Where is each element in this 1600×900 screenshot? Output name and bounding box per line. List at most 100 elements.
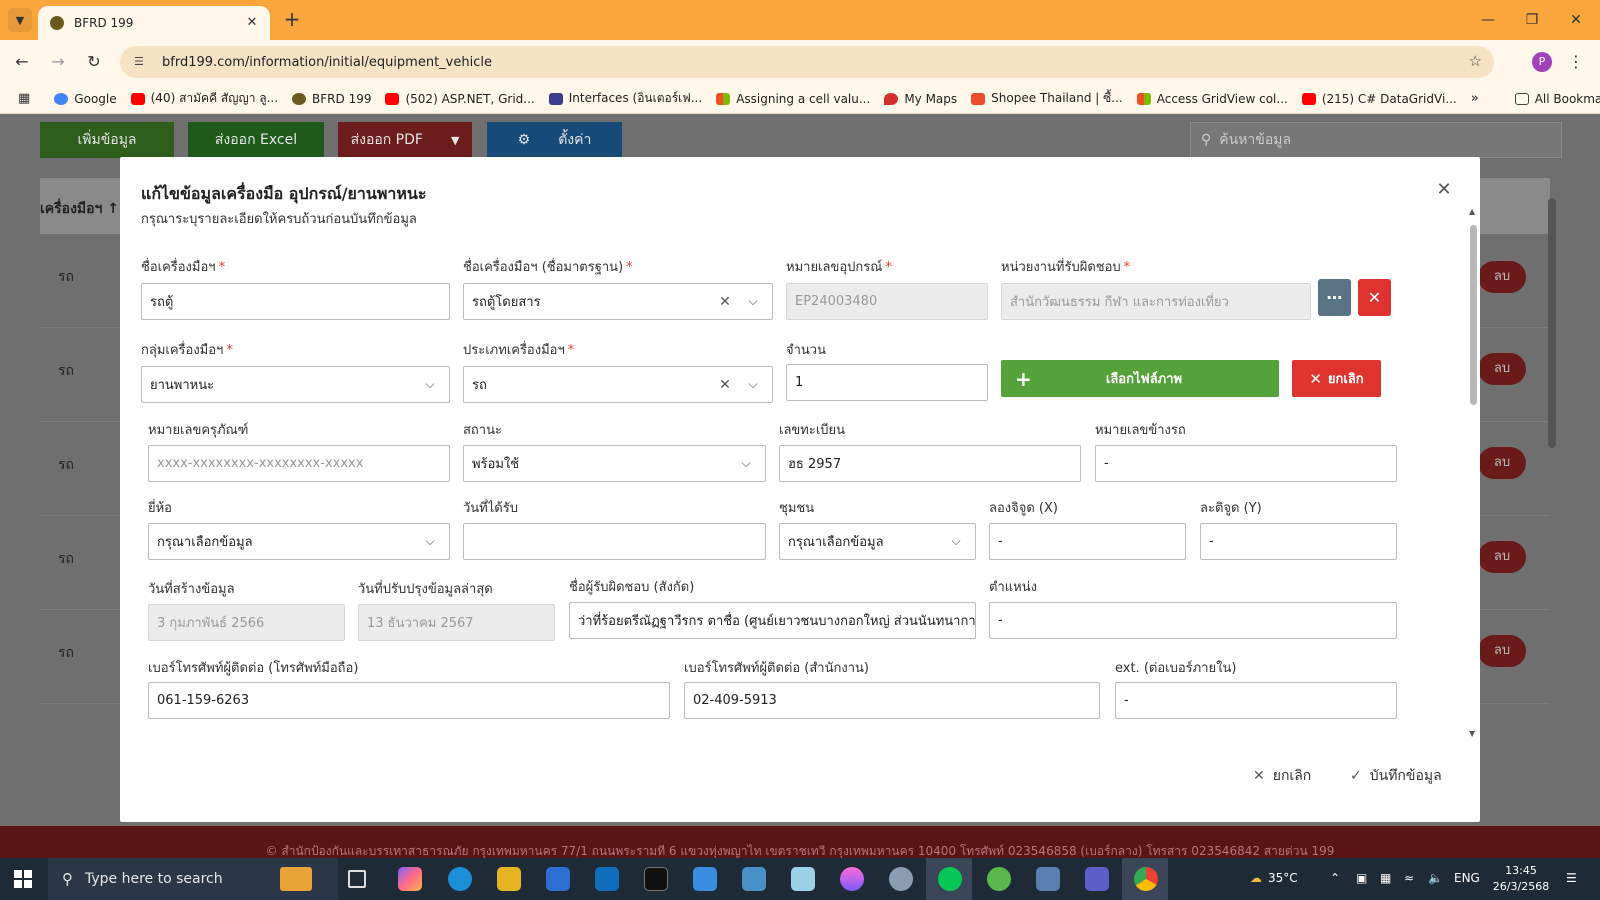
select-image-button[interactable]: + เลือกไฟล์ภาพ [1001,360,1279,397]
community-select[interactable]: กรุณาเลือกข้อมูล ⌵ [779,523,976,560]
restore-icon[interactable]: ❐ [1512,8,1552,32]
clock[interactable]: 13:45 26/3/2568 [1486,863,1556,895]
new-tab-plus-icon[interactable]: + [280,8,304,32]
file-explorer-icon[interactable] [497,867,521,891]
tool-group-select[interactable]: ยานพาหนะ ⌵ [141,366,450,403]
export-excel-button[interactable]: ส่งออก Excel [188,122,324,158]
side-no-input[interactable]: - [1095,445,1397,482]
briefcase-icon[interactable] [280,867,312,891]
copilot-icon[interactable] [398,867,422,891]
add-data-button[interactable]: เพิ่มข้อมูล [40,122,174,158]
url-text[interactable]: bfrd199.com/information/initial/equipmen… [162,55,492,70]
ext-input[interactable]: - [1115,682,1397,719]
speaker-muted-icon[interactable]: 🔈 [1428,871,1443,885]
bookmark-item[interactable]: Assigning a cell valu... [716,92,870,106]
bookmark-item[interactable]: BFRD 199 [292,92,371,106]
delete-button[interactable]: ลบ [1478,447,1526,479]
bookmark-item[interactable]: (502) ASP.NET, Grid... [385,92,535,106]
bookmark-item[interactable]: My Maps [884,92,957,106]
office-phone-input[interactable]: 02-409-5913 [684,682,1100,719]
chrome-icon[interactable] [1134,867,1158,891]
tool-name-input[interactable]: รถตู้ [141,283,450,320]
bookmark-item[interactable]: Access GridView col... [1136,92,1288,106]
task-view-icon[interactable] [348,870,366,888]
received-date-input[interactable] [463,523,766,560]
reload-icon[interactable]: ↻ [82,50,106,74]
mobile-input[interactable]: 061-159-6263 [148,682,670,719]
browse-department-button[interactable]: ⋯ [1318,279,1351,316]
color-app-icon[interactable] [840,867,864,891]
export-pdf-button[interactable]: ส่งออก PDF ▼ [338,122,472,158]
all-bookmarks[interactable]: All Bookmarks [1514,92,1600,106]
notes-icon[interactable] [791,867,815,891]
chevron-down-icon[interactable]: ⌵ [737,456,755,471]
back-arrow-icon[interactable]: ← [10,50,34,74]
delete-button[interactable]: ลบ [1478,261,1526,293]
site-settings-icon[interactable]: ☰ [134,55,150,69]
delete-button[interactable]: ลบ [1478,541,1526,573]
page-vertical-scrollbar[interactable] [1548,184,1556,572]
more-bookmarks-chevron-icon[interactable]: » [1471,91,1479,106]
windows-start-icon[interactable] [14,870,32,888]
settings-button[interactable]: ⚙ ตั้งค่า [487,122,622,158]
modal-close-icon[interactable]: ✕ [1435,181,1453,199]
quantity-input[interactable]: 1 [786,364,988,401]
display-icon[interactable]: ▦ [1380,871,1391,885]
page-search-input[interactable]: ⚲ ค้นหาข้อมูล [1190,122,1562,158]
browser-tab[interactable]: BFRD 199 ✕ [38,6,270,40]
scrollbar-thumb[interactable] [1548,198,1556,448]
forward-arrow-icon[interactable]: → [46,50,70,74]
terminal-icon[interactable] [644,867,668,891]
omnibox[interactable]: ☰ bfrd199.com/information/initial/equipm… [120,46,1494,78]
plate-no-input[interactable]: ฮธ 2957 [779,445,1081,482]
brand-select[interactable]: กรุณาเลือกข้อมูล ⌵ [148,523,450,560]
wifi-icon[interactable]: ≈ [1404,871,1414,885]
apps-grid-icon[interactable]: ▦ [18,91,30,107]
responsible-input[interactable]: ว่าที่ร้อยตรีณัฏฐาวีรกร ตาชื่อ (ศูนย์เยา… [569,602,976,639]
modal-scrollbar-thumb[interactable] [1470,225,1477,405]
table-header-label[interactable]: เครื่องมือฯ ↑ [40,198,119,220]
window-close-icon[interactable]: ✕ [1556,8,1596,32]
chevron-down-icon[interactable]: ⌵ [421,377,439,392]
teams-icon[interactable] [1085,867,1109,891]
chevron-down-icon[interactable]: ⌵ [744,377,762,392]
chevron-down-icon[interactable]: ⌵ [744,294,762,309]
profile-avatar[interactable]: P [1532,52,1552,72]
remote-desktop-icon[interactable] [693,867,717,891]
chevron-down-icon[interactable]: ⌵ [947,534,965,549]
bookmark-item[interactable]: (215) C# DataGridVi... [1301,92,1457,106]
scroll-down-arrow-icon[interactable]: ▼ [1469,729,1475,738]
bookmark-star-icon[interactable]: ☆ [1469,52,1482,70]
bookmark-item[interactable]: (40) สามัคคี สัญญา ลู... [130,89,278,108]
cancel-button[interactable]: ✕ ยกเลิก [1253,765,1311,787]
clear-selection-icon[interactable]: ✕ [716,294,734,310]
bookmark-item[interactable]: Shopee Thailand | ซื้... [971,89,1123,108]
calculator-icon[interactable] [742,867,766,891]
weather-widget[interactable]: ☁ 35°C [1250,871,1298,885]
qgis-icon[interactable] [987,867,1011,891]
tool-std-name-select[interactable]: รถตู้โดยสาร ✕ ⌵ [463,283,773,320]
asset-no-input[interactable]: xxxx-xxxxxxxx-xxxxxxxx-xxxxx [148,445,450,482]
language-indicator[interactable]: ENG [1454,871,1480,885]
clear-selection-icon[interactable]: ✕ [716,377,734,393]
minimize-icon[interactable]: — [1468,8,1508,32]
tool-type-select[interactable]: รถ ✕ ⌵ [463,366,773,403]
bookmark-item[interactable]: Google [54,92,117,106]
latitude-input[interactable]: - [1200,523,1397,560]
tab-search-chevron-icon[interactable]: ▼ [8,8,32,32]
clear-department-button[interactable]: ✕ [1358,279,1391,316]
status-select[interactable]: พร้อมใช้ ⌵ [463,445,766,482]
chevron-down-icon[interactable]: ⌵ [421,534,439,549]
longitude-input[interactable]: - [989,523,1186,560]
notification-icon[interactable]: ☰ [1566,871,1577,885]
outlook-icon[interactable] [595,867,619,891]
delete-button[interactable]: ลบ [1478,353,1526,385]
paint-icon[interactable] [889,867,913,891]
camera-icon[interactable]: ▣ [1356,871,1367,885]
store-icon[interactable] [546,867,570,891]
edge-icon[interactable] [448,867,472,891]
save-button[interactable]: ✓ บันทึกข้อมูล [1350,765,1442,787]
tray-chevron-up-icon[interactable]: ⌃ [1330,871,1340,885]
network-app-icon[interactable] [1036,867,1060,891]
bookmark-item[interactable]: Interfaces (อินเตอร์เฟ... [548,89,702,108]
